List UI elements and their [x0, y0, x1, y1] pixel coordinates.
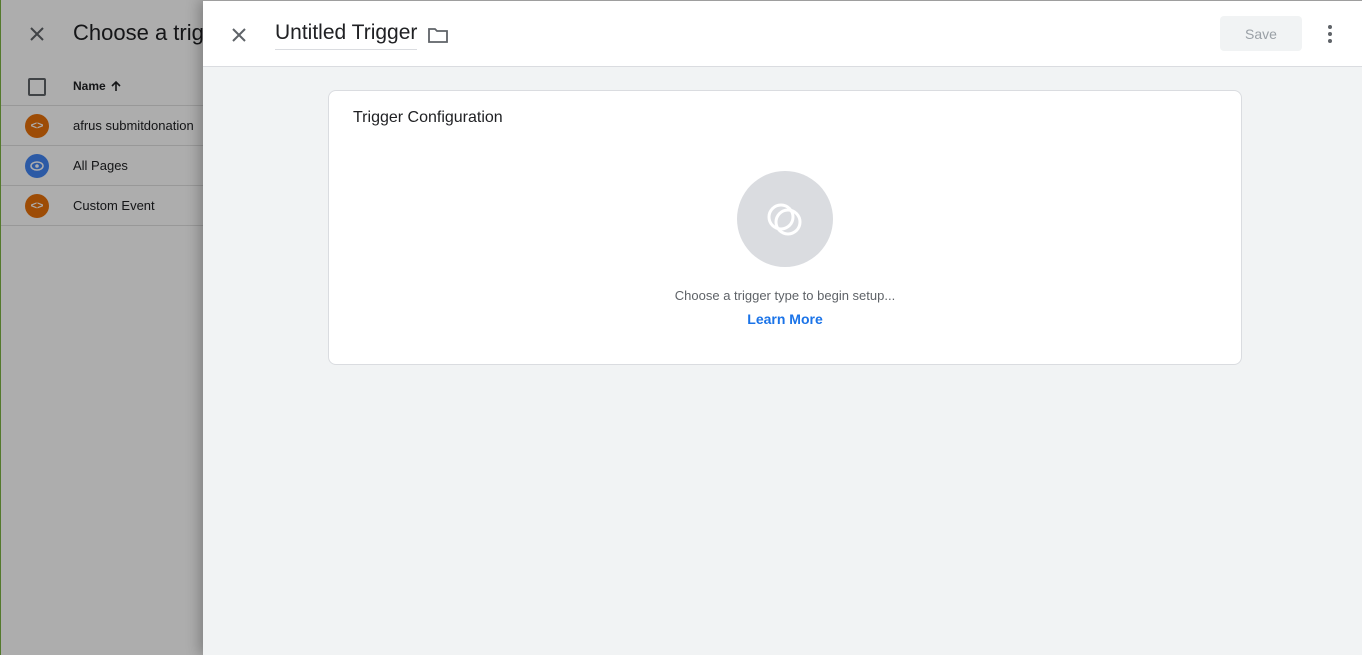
eye-icon — [25, 154, 49, 178]
trigger-editor-sheet: Untitled Trigger Save Trigger Configurat… — [203, 0, 1362, 655]
trigger-name-input[interactable]: Untitled Trigger — [275, 21, 418, 50]
editor-header: Untitled Trigger Save — [203, 1, 1362, 67]
save-button[interactable]: Save — [1220, 16, 1302, 51]
more-vert-icon[interactable] — [1318, 22, 1342, 46]
close-icon[interactable] — [25, 22, 49, 46]
column-header-name[interactable]: Name — [73, 79, 122, 93]
setup-hint: Choose a trigger type to begin setup... — [674, 288, 896, 303]
trigger-name: Custom Event — [73, 198, 155, 213]
close-icon[interactable] — [227, 23, 251, 47]
folder-icon[interactable] — [427, 25, 449, 45]
learn-more-link[interactable]: Learn More — [747, 311, 822, 327]
card-title: Trigger Configuration — [353, 109, 503, 126]
trigger-name: afrus submitdonation — [73, 118, 194, 133]
choose-trigger-type-button[interactable] — [737, 171, 833, 267]
trigger-type-icon — [767, 203, 802, 236]
trigger-configuration-card: Trigger Configuration Choose a trigger t… — [328, 90, 1242, 365]
code-icon: <> — [25, 114, 49, 138]
arrow-up-icon — [111, 80, 121, 91]
select-all-checkbox[interactable] — [28, 78, 46, 96]
learn-more-link-wrap: Learn More — [329, 311, 1241, 327]
code-icon: <> — [25, 194, 49, 218]
column-name-label: Name — [73, 79, 106, 93]
trigger-name: All Pages — [73, 158, 128, 173]
